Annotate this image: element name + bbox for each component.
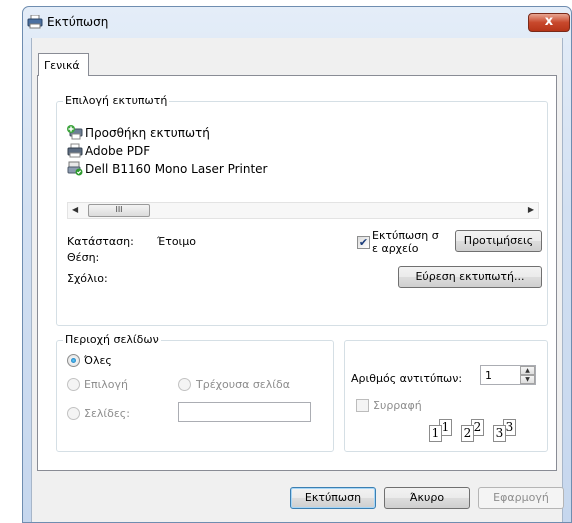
- radio-all-pages-label[interactable]: Όλες: [84, 354, 112, 367]
- pages-input[interactable]: [178, 402, 311, 422]
- print-to-file-label-line1: Εκτύπωση σ: [372, 229, 439, 242]
- printer-item-dell[interactable]: Dell B1160 Mono Laser Printer: [67, 160, 268, 177]
- radio-all-pages[interactable]: [67, 354, 80, 367]
- printer-item-adobe-pdf[interactable]: Adobe PDF: [67, 142, 150, 159]
- window-title: Εκτύπωση: [47, 15, 109, 29]
- printer-item-add[interactable]: Προσθήκη εκτυπωτή: [67, 124, 210, 141]
- printer-item-adobe-pdf-label: Adobe PDF: [85, 143, 151, 158]
- collate-page-1-front: 1: [429, 425, 442, 442]
- general-tab-panel: Επιλογή εκτυπωτή Προσθήκη εκτυπωτή Adobe…: [37, 75, 557, 471]
- title-bar[interactable]: Εκτύπωση x: [23, 7, 571, 37]
- printer-icon: [67, 143, 83, 158]
- status-value: Έτοιμο: [157, 235, 197, 248]
- printer-item-dell-label: Dell B1160 Mono Laser Printer: [85, 161, 268, 176]
- cancel-button[interactable]: Άκυρο: [384, 487, 470, 509]
- copies-spin-up[interactable]: ▲: [520, 366, 535, 375]
- printer-icon: [27, 15, 43, 29]
- collate-page-2-front: 2: [461, 425, 474, 442]
- find-printer-button[interactable]: Εύρεση εκτυπωτή...: [398, 266, 542, 288]
- collate-label[interactable]: Συρραφή: [373, 399, 422, 412]
- print-button[interactable]: Εκτύπωση: [290, 487, 376, 509]
- scroll-left-icon[interactable]: ◀: [72, 205, 78, 214]
- printer-list-hscrollbar[interactable]: ◀ III ▶: [67, 202, 539, 219]
- scroll-thumb[interactable]: III: [88, 204, 150, 217]
- radio-selection-label[interactable]: Επιλογή: [84, 378, 128, 391]
- printer-item-add-label: Προσθήκη εκτυπωτή: [85, 125, 210, 140]
- location-label: Θέση:: [67, 251, 100, 264]
- printer-selection-legend: Επιλογή εκτυπωτή: [63, 94, 170, 107]
- print-dialog-window: Εκτύπωση x Γενικά Επιλογή εκτυπωτή Προσθ…: [22, 6, 572, 523]
- collate-illustration: 1 1 2 2 3 3: [427, 419, 527, 459]
- tab-general[interactable]: Γενικά: [38, 53, 89, 76]
- radio-selection[interactable]: [67, 378, 80, 391]
- print-to-file-checkbox[interactable]: ✔: [357, 236, 370, 249]
- dialog-client-area: Γενικά Επιλογή εκτυπωτή Προσθήκη εκτυπωτ…: [31, 38, 564, 522]
- add-printer-icon: [67, 125, 83, 140]
- print-to-file-label-line2: ε αρχείο: [372, 242, 419, 255]
- default-printer-icon: [67, 161, 83, 176]
- comment-label: Σχόλιο:: [67, 272, 108, 285]
- status-label: Κατάσταση:: [67, 235, 134, 248]
- collate-page-3-front: 3: [493, 425, 506, 442]
- radio-current-page-label[interactable]: Τρέχουσα σελίδα: [196, 378, 290, 391]
- page-range-group: Περιοχή σελίδων Όλες Επιλογή Τρέχουσα σε…: [56, 333, 334, 452]
- print-to-file-label[interactable]: Εκτύπωση σ ε αρχείο: [372, 229, 439, 255]
- scroll-right-icon[interactable]: ▶: [528, 205, 534, 214]
- collate-checkbox[interactable]: [356, 399, 369, 412]
- close-button[interactable]: x: [528, 13, 570, 32]
- apply-button[interactable]: Εφαρμογή: [478, 487, 564, 509]
- page-range-legend: Περιοχή σελίδων: [63, 333, 161, 346]
- copies-count-label: Αριθμός αντιτύπων:: [351, 372, 463, 385]
- copies-group: Αριθμός αντιτύπων: ▲ ▼ Συρραφή 1 1 2 2 3…: [344, 340, 548, 452]
- preferences-button[interactable]: Προτιμήσεις: [455, 230, 542, 252]
- radio-pages[interactable]: [67, 407, 80, 420]
- printer-selection-group: Επιλογή εκτυπωτή Προσθήκη εκτυπωτή Adobe…: [56, 94, 548, 326]
- copies-spin-down[interactable]: ▼: [520, 375, 535, 384]
- radio-current-page[interactable]: [178, 378, 191, 391]
- radio-pages-label[interactable]: Σελίδες:: [84, 407, 130, 420]
- tab-general-label: Γενικά: [44, 59, 80, 72]
